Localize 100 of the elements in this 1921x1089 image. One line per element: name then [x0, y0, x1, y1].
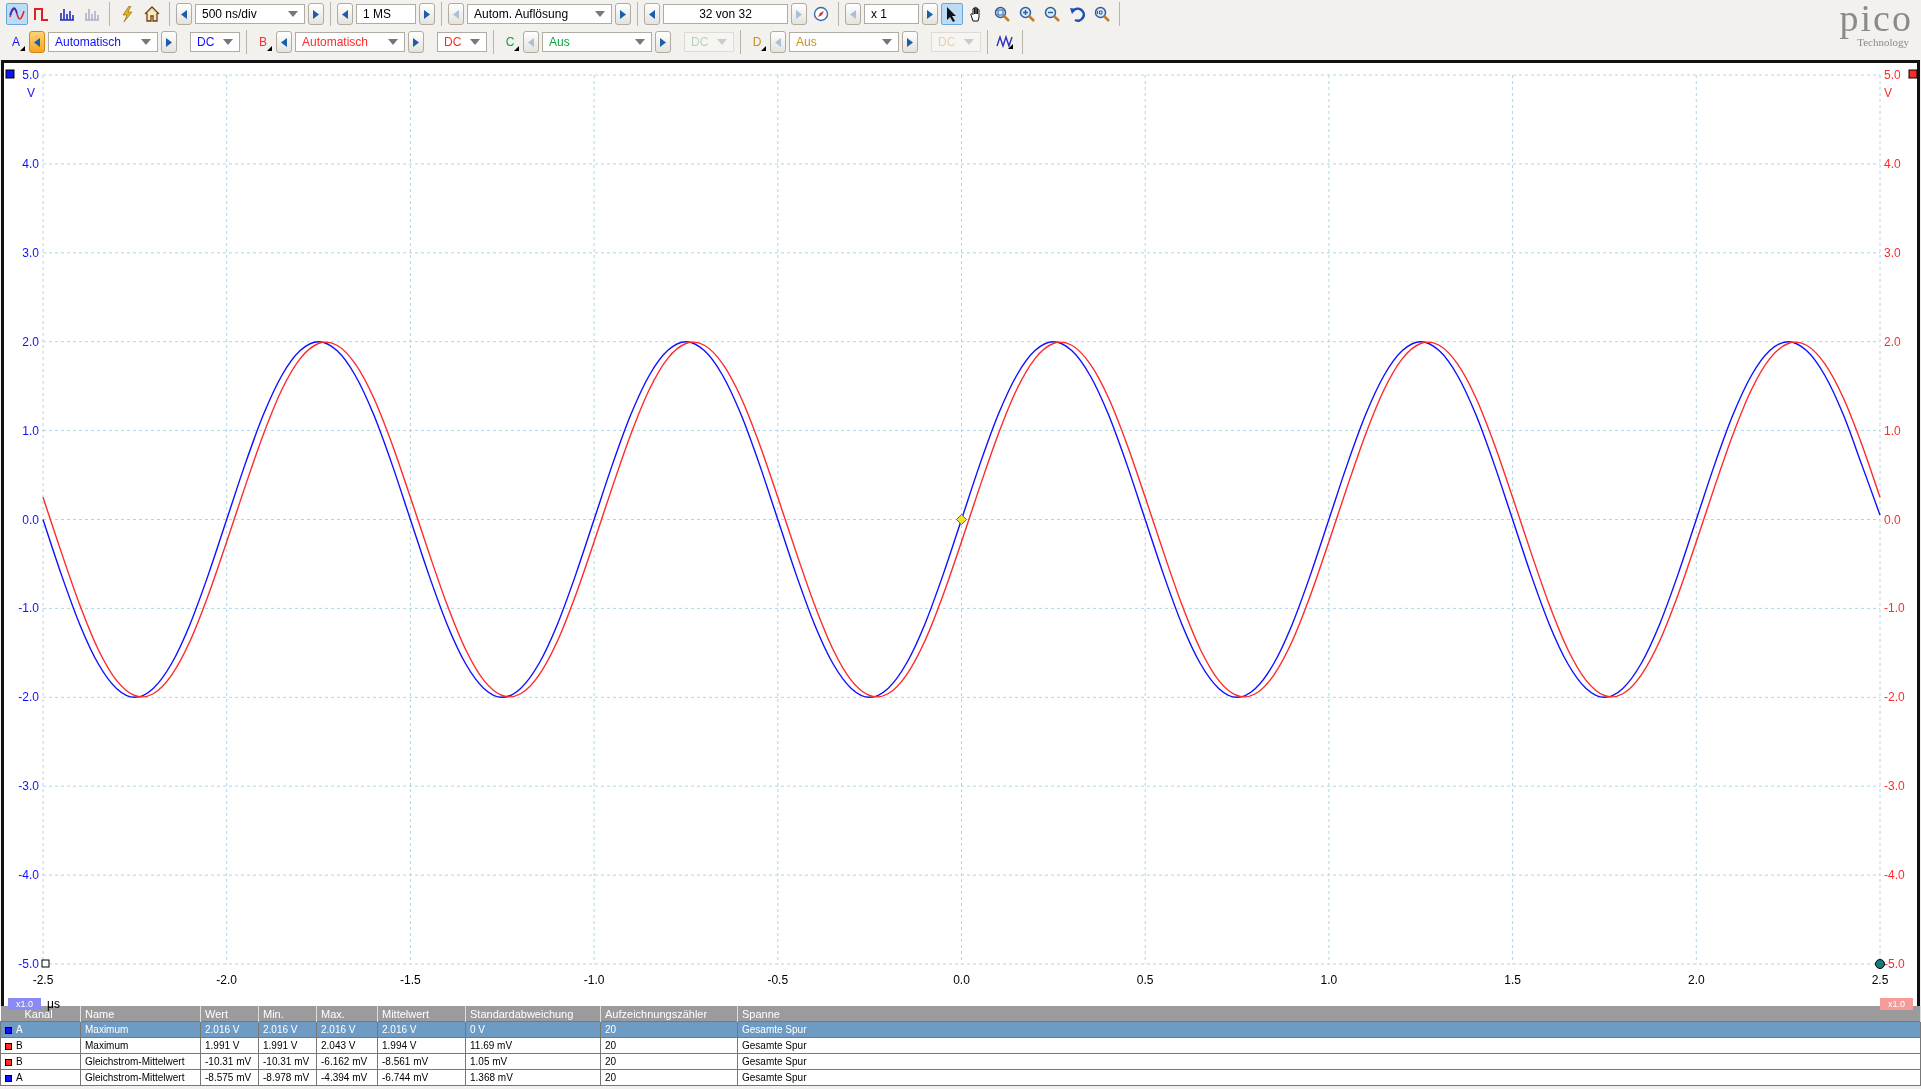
y-tick-label: 3.0 [22, 245, 39, 260]
view-mode-button[interactable] [6, 3, 28, 25]
y-tick-label: 1.0 [22, 423, 39, 438]
channel-marker-icon[interactable] [5, 69, 15, 79]
next-button[interactable] [308, 3, 324, 25]
table-cell: 0 V [470, 1024, 485, 1035]
channel-button[interactable]: B [253, 31, 273, 53]
y-tick-label: 2.0 [22, 334, 39, 349]
left-arrow-icon [850, 9, 856, 19]
next-button[interactable] [922, 3, 938, 25]
x-tick-label: 1.5 [1504, 973, 1521, 987]
y-tick-label: 2.0 [1884, 334, 1901, 349]
table-cell: 1.991 V [263, 1040, 298, 1051]
scale-badge: x1.0 [1880, 998, 1913, 1010]
left-arrow-icon [342, 9, 348, 19]
table-cell: 1.05 mV [470, 1056, 508, 1067]
dropdown-caret-icon [223, 39, 233, 45]
channel-marker-icon[interactable] [1908, 69, 1918, 79]
table-cell: Gesamte Spur [742, 1040, 807, 1051]
dropdown-caret-icon [717, 39, 727, 45]
y-tick-label: -5.0 [18, 957, 39, 971]
channel-button[interactable]: D [747, 31, 767, 53]
coupling-text: DC [444, 35, 462, 49]
dropdown-caret-icon [470, 39, 480, 45]
next-button[interactable] [408, 31, 424, 53]
range-dropdown[interactable]: Aus [542, 32, 652, 52]
table-cell: B [16, 1056, 23, 1067]
x-tick-label: -2.5 [32, 973, 54, 987]
left-arrow-icon [34, 37, 40, 47]
column-header[interactable]: Standardabweichung [465, 1006, 601, 1022]
column-header[interactable]: Name [80, 1006, 201, 1022]
next-button[interactable] [615, 3, 631, 25]
range-dropdown[interactable]: Automatisch [295, 32, 405, 52]
pulse-icon [34, 7, 50, 21]
value-text: 500 ns/div [202, 7, 257, 21]
tool-button[interactable] [941, 3, 963, 25]
column-header[interactable]: Spanne [737, 1006, 1921, 1022]
previous-button[interactable] [337, 3, 353, 25]
column-header[interactable]: Max. [316, 1006, 378, 1022]
dropdown[interactable]: 500 ns/div [195, 4, 305, 24]
channel-button[interactable]: A [6, 31, 26, 53]
x-tick-label: -2.0 [216, 973, 238, 987]
y-tick-label: 5.0 [1884, 68, 1901, 82]
next-button[interactable] [161, 31, 177, 53]
value-field[interactable]: 32 von 32 [663, 4, 788, 24]
range-text: Aus [549, 35, 570, 49]
right-arrow-icon [413, 37, 419, 47]
coupling-text: DC [938, 35, 956, 49]
y-tick-label: -2.0 [18, 690, 39, 705]
home-icon [144, 6, 160, 22]
dropdown-caret-icon [964, 39, 974, 45]
ruler-handle-icon[interactable] [1875, 959, 1885, 969]
table-cell: -4.394 mV [321, 1072, 368, 1083]
previous-button[interactable] [644, 3, 660, 25]
table-cell: -8.561 mV [382, 1056, 429, 1067]
previous-button[interactable] [29, 31, 45, 53]
range-text: Aus [796, 35, 817, 49]
trigger-marker-icon[interactable] [956, 514, 967, 525]
next-button[interactable] [419, 3, 435, 25]
next-button[interactable] [902, 31, 918, 53]
value-text: Autom. Auflösung [474, 7, 569, 21]
dropdown-caret-icon [388, 39, 398, 45]
range-dropdown[interactable]: Aus [789, 32, 899, 52]
column-header[interactable]: Aufzeichnungszähler [600, 1006, 738, 1022]
table-cell: A [16, 1072, 23, 1083]
table-cell: 20 [605, 1072, 617, 1083]
pointer-icon [945, 6, 959, 22]
value-field[interactable]: 1 MS [356, 4, 416, 24]
column-header[interactable]: Mittelwert [377, 1006, 466, 1022]
table-cell: 20 [605, 1056, 617, 1067]
x-tick-label: -1.0 [583, 973, 605, 987]
dropdown-caret-icon [635, 39, 645, 45]
table-cell: Maximum [85, 1040, 129, 1051]
column-header[interactable]: Wert [200, 1006, 259, 1022]
x-tick-label: 0.0 [953, 973, 970, 987]
x-tick-label: 0.5 [1136, 973, 1154, 987]
table-cell: -8.978 mV [263, 1072, 310, 1083]
coupling-dropdown[interactable]: DC [437, 32, 487, 52]
dropdown[interactable]: Autom. Auflösung [467, 4, 612, 24]
ruler-handle-icon[interactable] [41, 959, 50, 968]
column-header[interactable]: Min. [258, 1006, 317, 1022]
table-cell: 1.994 V [382, 1040, 417, 1051]
right-arrow-icon [927, 9, 933, 19]
value-field[interactable]: x 1 [864, 4, 919, 24]
range-text: Automatisch [55, 35, 122, 49]
x-tick-label: -0.5 [767, 973, 789, 987]
table-cell: -6.162 mV [321, 1056, 368, 1067]
previous-button[interactable] [276, 31, 292, 53]
y-tick-label: -3.0 [18, 779, 39, 794]
zoom-in-icon [1019, 6, 1035, 22]
right-arrow-icon [620, 9, 626, 19]
right-arrow-icon [907, 37, 913, 47]
range-dropdown[interactable]: Automatisch [48, 32, 158, 52]
next-button[interactable] [655, 31, 671, 53]
coupling-dropdown[interactable]: DC [190, 32, 240, 52]
table-cell: -6.744 mV [382, 1072, 429, 1083]
previous-button[interactable] [176, 3, 192, 25]
channel-button[interactable]: C [500, 31, 520, 53]
undo-icon [1069, 6, 1085, 22]
logo-tagline: Technology [1857, 36, 1909, 48]
